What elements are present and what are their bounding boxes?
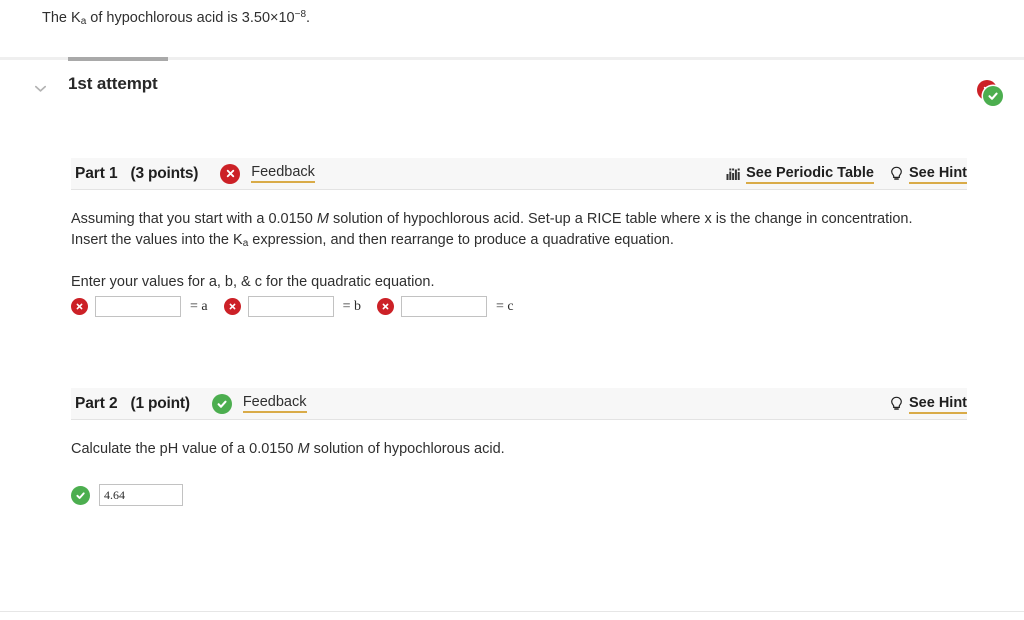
answer-field-group-c: = c: [377, 296, 514, 317]
part-2-feedback-link[interactable]: Feedback: [242, 394, 307, 413]
part-2-points: (1 point): [130, 394, 190, 412]
exponent: −8: [294, 9, 307, 20]
see-hint-button-part-1[interactable]: See Hint: [888, 165, 967, 184]
attempt-header: 1st attempt: [0, 74, 1024, 108]
footer-divider: [0, 611, 1024, 612]
part-1-q-line1-b: solution of hypochlorous acid. Set-up a …: [328, 211, 913, 227]
part-2-question-text: Calculate the pH value of a 0.0150 M sol…: [71, 439, 967, 460]
lightbulb-icon: [888, 166, 905, 183]
part-2-title: Part 2: [75, 394, 118, 412]
part-1-status-incorrect-icon: [220, 163, 241, 184]
part-1-block: Part 1 (3 points) Feedback See Periodic …: [71, 158, 967, 317]
answer-input-a[interactable]: [95, 296, 181, 317]
problem-statement-text-3: .: [306, 10, 311, 26]
part-2-header-tools: See Hint: [888, 388, 967, 420]
field-a-status-incorrect-icon: [71, 298, 88, 315]
problem-statement: The Ka of hypochlorous acid is 3.50×10−8…: [42, 5, 310, 31]
see-hint-label-part-2: See Hint: [908, 395, 967, 414]
attempt-title: 1st attempt: [68, 74, 158, 93]
part-1-header: Part 1 (3 points) Feedback See Periodic …: [71, 158, 967, 190]
attempt-status-badges: [974, 78, 1018, 114]
assignment-page: The Ka of hypochlorous acid is 3.50×10−8…: [0, 0, 1024, 620]
answer-label-b: = b: [342, 298, 362, 314]
part-2-field-status-correct-icon: [71, 485, 90, 505]
progress-bar-fill: [68, 57, 168, 61]
part-2-answer-row: [71, 484, 967, 506]
chevron-down-icon[interactable]: [32, 80, 48, 96]
part-1-q-line1-a: Assuming that you start with a 0.0150: [71, 211, 317, 227]
lightbulb-icon: [888, 396, 905, 413]
answer-input-c[interactable]: [401, 296, 488, 317]
answer-label-c: = c: [496, 298, 514, 314]
part-1-feedback-link[interactable]: Feedback: [251, 164, 315, 183]
part-2-block: Part 2 (1 point) Feedback See Hint Calcu…: [71, 388, 967, 506]
part-2-q-a: Calculate the pH value of a 0.0150: [71, 441, 298, 457]
field-b-status-incorrect-icon: [223, 298, 241, 315]
answer-input-b[interactable]: [247, 296, 334, 317]
part-1-points: (3 points): [130, 164, 199, 182]
progress-bar-track: [0, 57, 1024, 61]
molarity-symbol-2: M: [297, 441, 310, 457]
part-1-header-tools: See Periodic Table See Hint: [725, 158, 967, 190]
part-1-answer-row: = a = b = c: [71, 296, 967, 317]
part-2-header: Part 2 (1 point) Feedback See Hint: [71, 388, 967, 420]
molarity-symbol-1: M: [316, 211, 329, 227]
part-2-status-correct-icon: [211, 393, 232, 414]
part-1-q-line2-b: expression, and then rearrange to produc…: [248, 232, 674, 248]
part-1-title: Part 1: [75, 164, 118, 182]
part-1-answer-prompt: Enter your values for a, b, & c for the …: [71, 274, 435, 290]
see-periodic-table-label: See Periodic Table: [746, 165, 874, 184]
problem-statement-text-2: of hypochlorous acid is 3.50×10: [86, 10, 295, 26]
part-1-question-text: Assuming that you start with a 0.0150 M …: [71, 209, 967, 254]
part-2-answer-input[interactable]: [99, 484, 183, 506]
answer-field-group-b: = b: [223, 296, 377, 317]
correct-badge-icon: [983, 86, 1003, 106]
part-1-q-line2-a: Insert the values into the K: [71, 232, 243, 248]
see-periodic-table-button[interactable]: See Periodic Table: [725, 165, 874, 184]
part-2-q-b: solution of hypochlorous acid.: [309, 441, 505, 457]
see-hint-label-part-1: See Hint: [908, 165, 967, 184]
periodic-table-icon: [725, 166, 742, 183]
see-hint-button-part-2[interactable]: See Hint: [888, 395, 967, 414]
field-c-status-incorrect-icon: [377, 298, 395, 315]
answer-field-group-a: = a: [71, 296, 224, 317]
answer-label-a: = a: [190, 298, 208, 314]
problem-statement-text-1: The K: [42, 10, 81, 26]
